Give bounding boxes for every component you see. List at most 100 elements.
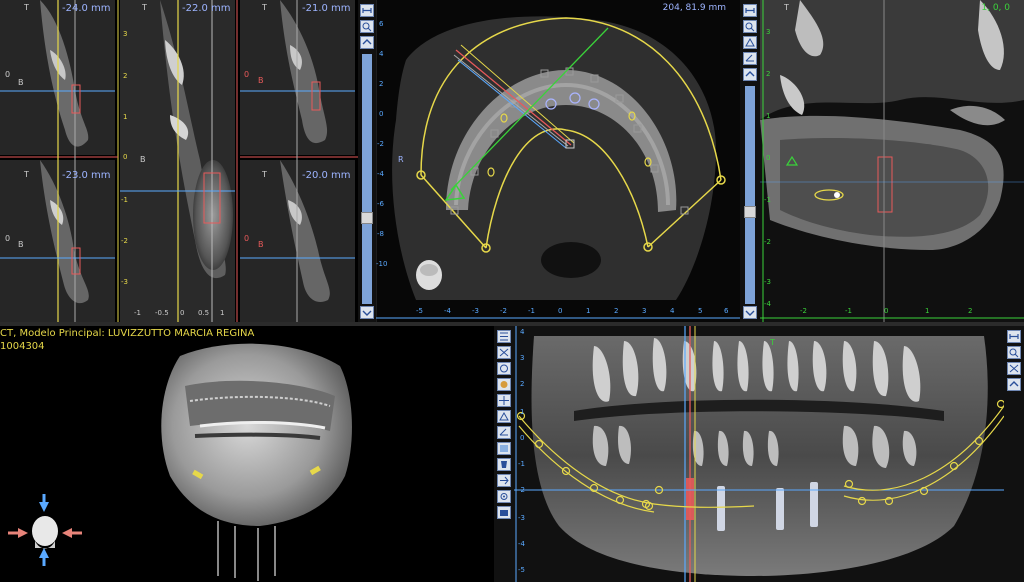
tick: -2 bbox=[764, 238, 771, 246]
axial-side-marker: R bbox=[398, 155, 404, 164]
tick: -10 bbox=[376, 260, 388, 268]
tick: 3 bbox=[642, 307, 647, 315]
cross-section-scrollbar[interactable] bbox=[361, 54, 373, 304]
panoramic-top-marker: T bbox=[770, 338, 775, 347]
tick: -3 bbox=[472, 307, 479, 315]
tick: 0 bbox=[123, 153, 128, 161]
tick: 6 bbox=[724, 307, 729, 315]
tick: 4 bbox=[520, 328, 525, 336]
tick: 1 bbox=[766, 112, 771, 120]
zero-marker-3: 0 bbox=[244, 70, 250, 79]
export-icon[interactable] bbox=[497, 474, 511, 487]
fit-icon[interactable] bbox=[360, 4, 374, 17]
window-icon[interactable] bbox=[1007, 362, 1021, 375]
scrollbar-thumb[interactable] bbox=[744, 206, 756, 218]
zero-marker-2: 0 bbox=[5, 234, 11, 243]
tick: 0 bbox=[558, 307, 563, 315]
tick: 2 bbox=[123, 72, 128, 80]
measure-icon[interactable] bbox=[497, 410, 511, 423]
nerve-icon[interactable] bbox=[497, 362, 511, 375]
bottom-marker-3: B bbox=[258, 76, 264, 85]
orientation-head-icon bbox=[416, 260, 442, 290]
tick: 1 bbox=[925, 307, 930, 315]
cross-section-images bbox=[0, 0, 358, 322]
panoramic-image bbox=[514, 326, 1004, 582]
panoramic-right-toolbar bbox=[1004, 326, 1024, 582]
tick: -2 bbox=[500, 307, 507, 315]
patient-caption-line1: CT, Modelo Principal: LUVIZZUTTO MARCIA … bbox=[0, 328, 255, 339]
slice-label-1: -24.0 mm bbox=[62, 3, 111, 14]
model-3d-panel[interactable] bbox=[0, 326, 494, 582]
cross-section-panel[interactable]: -24.0 mm -22.0 mm -21.0 mm -23.0 mm -20.… bbox=[0, 0, 358, 322]
sagittal-top-marker: T bbox=[784, 3, 789, 12]
zoom-icon[interactable] bbox=[360, 20, 374, 33]
tick: -1 bbox=[845, 307, 852, 315]
slice-label-4: -23.0 mm bbox=[62, 170, 111, 181]
scrollbar-thumb[interactable] bbox=[361, 212, 373, 224]
tick: 2 bbox=[766, 70, 771, 78]
tick: 2 bbox=[379, 80, 384, 88]
tick: -4 bbox=[764, 300, 771, 308]
slice-label-5: -20.0 mm bbox=[302, 170, 351, 181]
scroll-up-icon[interactable] bbox=[360, 36, 374, 49]
zoom-icon[interactable] bbox=[1007, 346, 1021, 359]
scroll-up-icon[interactable] bbox=[743, 68, 757, 81]
axial-coordinate-readout: 204, 81.9 mm bbox=[662, 3, 726, 13]
tick: 3 bbox=[123, 30, 128, 38]
angle-icon[interactable] bbox=[497, 426, 511, 439]
axial-scrollbar[interactable] bbox=[744, 86, 756, 304]
tick: -4 bbox=[518, 540, 525, 548]
tick: 4 bbox=[379, 50, 384, 58]
tick: -2 bbox=[121, 237, 128, 245]
tick: -1 bbox=[528, 307, 535, 315]
tick: 2 bbox=[968, 307, 973, 315]
tick: 1 bbox=[220, 309, 225, 317]
draw-curve-icon[interactable] bbox=[497, 346, 511, 359]
scroll-up-icon[interactable] bbox=[1007, 378, 1021, 391]
zoom-icon[interactable] bbox=[743, 20, 757, 33]
axial-view-panel[interactable]: 204, 81.9 mm R 6 4 2 0 -2 -4 -6 -8 -10 -… bbox=[376, 0, 740, 322]
tick: 5 bbox=[698, 307, 703, 315]
tick: 2 bbox=[520, 380, 525, 388]
patient-caption: CT, Modelo Principal: LUVIZZUTTO MARCIA … bbox=[0, 327, 254, 353]
density-icon[interactable] bbox=[497, 442, 511, 455]
tick: -2 bbox=[518, 486, 525, 494]
tooth-icon[interactable] bbox=[497, 458, 511, 471]
zero-marker-4: 0 bbox=[244, 234, 250, 243]
sagittal-coordinate-readout: 1, 0, 0 bbox=[981, 3, 1010, 13]
tick: -8 bbox=[377, 230, 384, 238]
zero-marker-1: 0 bbox=[5, 70, 11, 79]
panoramic-left-toolbar bbox=[494, 326, 514, 582]
angle-icon[interactable] bbox=[743, 52, 757, 65]
camera-icon[interactable] bbox=[497, 506, 511, 519]
tick: 0.5 bbox=[198, 309, 210, 317]
slice-label-2: -22.0 mm bbox=[182, 3, 231, 14]
measure-icon[interactable] bbox=[743, 36, 757, 49]
crosshair-icon[interactable] bbox=[497, 394, 511, 407]
bottom-marker-4: B bbox=[18, 240, 24, 249]
tick: 2 bbox=[614, 307, 619, 315]
settings-icon[interactable] bbox=[497, 490, 511, 503]
fit-icon[interactable] bbox=[743, 4, 757, 17]
orientation-widget[interactable] bbox=[8, 494, 82, 566]
tick: -5 bbox=[518, 566, 525, 574]
slice-label-3: -21.0 mm bbox=[302, 3, 351, 14]
tick: -3 bbox=[764, 278, 771, 286]
tick: 3 bbox=[766, 28, 771, 36]
tick: -4 bbox=[377, 170, 384, 178]
tick: -2 bbox=[377, 140, 384, 148]
implant-icon[interactable] bbox=[497, 378, 511, 391]
scroll-down-icon[interactable] bbox=[360, 306, 374, 319]
panoramic-view-panel[interactable]: T 4 3 2 1 0 -1 -2 -3 -4 -5 bbox=[514, 326, 1004, 582]
tick: -3 bbox=[518, 514, 525, 522]
tick: 1 bbox=[123, 113, 128, 121]
cross-section-toolbar bbox=[358, 0, 376, 322]
fit-icon[interactable] bbox=[1007, 330, 1021, 343]
sagittal-view-panel[interactable]: 1, 0, 0 T 3 2 1 0 -1 -2 -3 -4 -2 -1 0 1 … bbox=[760, 0, 1024, 322]
tick: -6 bbox=[377, 200, 384, 208]
tick: -1 bbox=[134, 309, 141, 317]
bottom-marker-5: B bbox=[258, 240, 264, 249]
scroll-down-icon[interactable] bbox=[743, 306, 757, 319]
top-marker-3: T bbox=[262, 3, 267, 12]
select-icon[interactable] bbox=[497, 330, 511, 343]
